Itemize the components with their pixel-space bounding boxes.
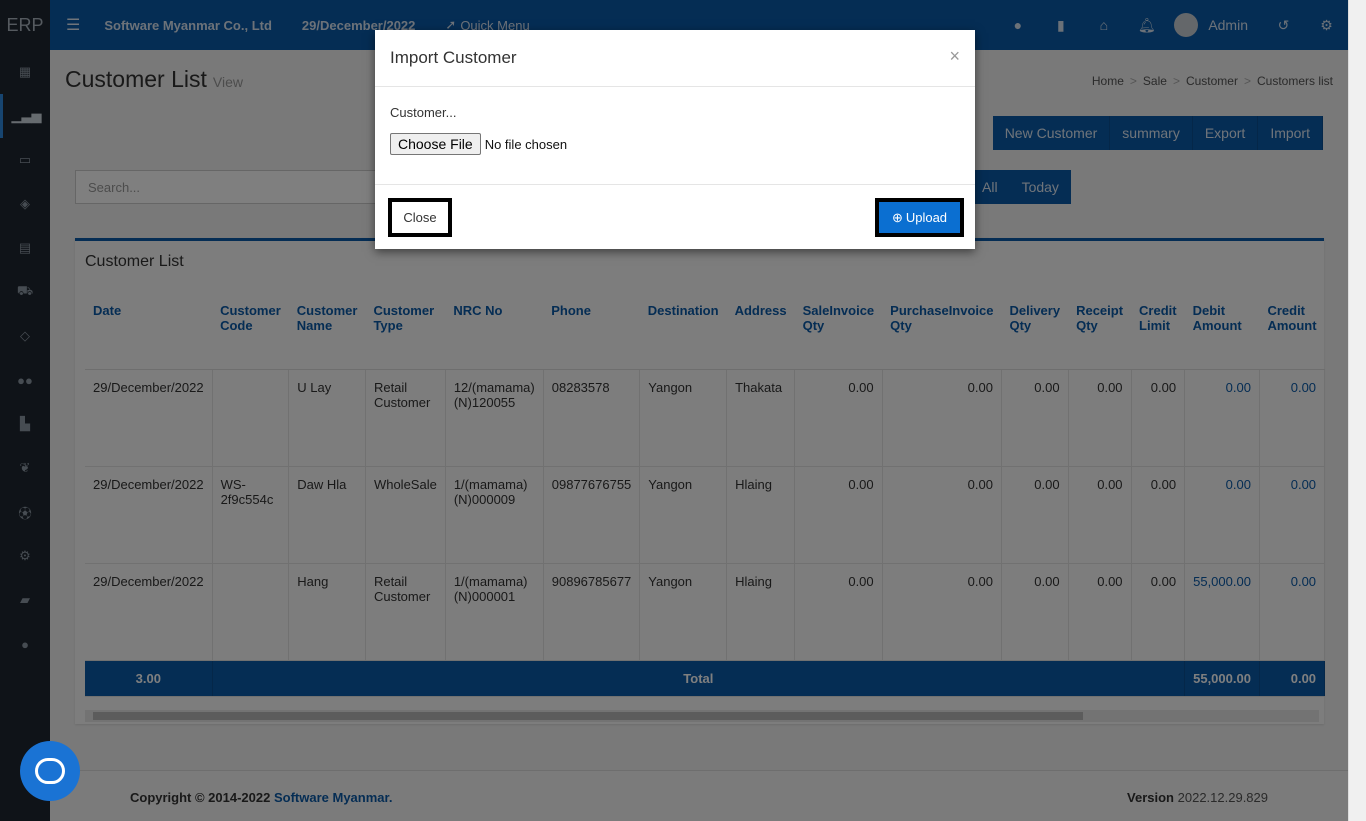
upload-label: Upload — [905, 210, 948, 225]
chat-widget-button[interactable] — [20, 741, 80, 801]
upload-button[interactable]: ⊕ Upload — [875, 198, 964, 237]
vertical-scrollbar[interactable] — [1348, 0, 1366, 821]
modal-footer: Close ⊕ Upload — [375, 185, 975, 249]
choose-file-button[interactable]: Choose File — [390, 133, 481, 155]
upload-icon: ⊕ — [891, 209, 903, 225]
modal-body: Customer... Choose File No file chosen — [375, 87, 975, 185]
import-customer-modal: Import Customer × Customer... Choose Fil… — [375, 30, 975, 249]
no-file-text: No file chosen — [484, 136, 568, 152]
modal-title: Import Customer — [390, 48, 517, 67]
close-button[interactable]: Close — [388, 198, 452, 237]
chat-bubble-icon — [35, 758, 65, 784]
file-label: Customer... — [390, 105, 457, 120]
close-icon[interactable]: × — [949, 46, 960, 67]
file-input[interactable]: Choose File No file chosen — [390, 133, 960, 155]
modal-header: Import Customer × — [375, 30, 975, 87]
